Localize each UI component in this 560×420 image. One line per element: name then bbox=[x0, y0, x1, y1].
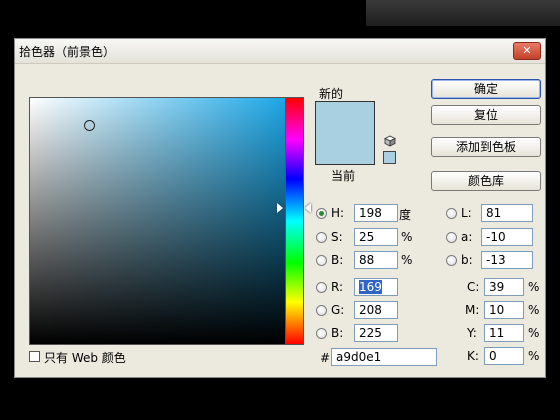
web-safe-swatch[interactable] bbox=[383, 151, 396, 164]
hex-input[interactable]: a9d0e1 bbox=[331, 348, 437, 366]
radio-red[interactable] bbox=[316, 282, 327, 293]
brightness-label: B: bbox=[331, 253, 344, 267]
lightness-label: L: bbox=[461, 206, 472, 220]
hue-label: H: bbox=[331, 206, 345, 220]
background-toolbar bbox=[366, 0, 560, 26]
radio-blue[interactable] bbox=[316, 328, 327, 339]
green-label: G: bbox=[331, 303, 345, 317]
yellow-label: Y: bbox=[467, 326, 477, 340]
reset-button[interactable]: 复位 bbox=[431, 105, 541, 125]
radio-a-channel[interactable] bbox=[446, 232, 457, 243]
new-color-swatch bbox=[316, 102, 374, 133]
web-colors-only-checkbox[interactable] bbox=[29, 351, 40, 362]
cyan-unit: % bbox=[528, 280, 540, 294]
magenta-label: M: bbox=[465, 303, 480, 317]
yellow-input[interactable]: 11 bbox=[484, 324, 524, 342]
hue-input[interactable]: 198 bbox=[354, 204, 398, 222]
b-channel-label: b: bbox=[461, 253, 473, 267]
color-field-cursor[interactable] bbox=[84, 120, 95, 131]
radio-b-channel[interactable] bbox=[446, 255, 457, 266]
lightness-input[interactable]: 81 bbox=[481, 204, 533, 222]
brightness-input[interactable]: 88 bbox=[354, 251, 398, 269]
color-libraries-button[interactable]: 颜色库 bbox=[431, 171, 541, 191]
a-channel-input[interactable]: -10 bbox=[481, 228, 533, 246]
gamut-cube-icon[interactable] bbox=[384, 135, 396, 147]
yellow-unit: % bbox=[528, 326, 540, 340]
hue-slider-handle-left[interactable] bbox=[277, 203, 283, 213]
cyan-input[interactable]: 39 bbox=[484, 278, 524, 296]
blue-label: B: bbox=[331, 326, 344, 340]
hue-unit: 度 bbox=[399, 208, 412, 222]
window-title: 拾色器（前景色） bbox=[19, 45, 116, 59]
radio-lightness[interactable] bbox=[446, 208, 457, 219]
close-button[interactable]: ✕ bbox=[513, 42, 541, 60]
radio-brightness[interactable] bbox=[316, 255, 327, 266]
hue-slider[interactable] bbox=[285, 97, 304, 345]
saturation-label: S: bbox=[331, 230, 343, 244]
current-color-swatch[interactable] bbox=[316, 133, 374, 164]
web-colors-only-label[interactable]: 只有 Web 颜色 bbox=[44, 349, 126, 366]
current-color-label: 当前 bbox=[331, 169, 356, 183]
radio-saturation[interactable] bbox=[316, 232, 327, 243]
black-unit: % bbox=[528, 349, 540, 363]
color-field[interactable] bbox=[29, 97, 289, 345]
hex-label: # bbox=[320, 351, 331, 365]
blue-input[interactable]: 225 bbox=[354, 324, 398, 342]
a-channel-label: a: bbox=[461, 230, 473, 244]
magenta-input[interactable]: 10 bbox=[484, 301, 524, 319]
red-input[interactable]: 169 bbox=[354, 278, 398, 296]
radio-hue[interactable] bbox=[316, 208, 327, 219]
ok-button[interactable]: 确定 bbox=[431, 79, 541, 99]
brightness-unit: % bbox=[401, 253, 413, 267]
black-input[interactable]: 0 bbox=[484, 347, 524, 365]
color-picker-dialog: 拾色器（前景色） ✕ 新的 当前 确定 复位 添加到色板 颜色库 H: 198 … bbox=[14, 38, 546, 378]
red-value-selected: 169 bbox=[359, 280, 382, 294]
hue-slider-handle-right[interactable] bbox=[305, 203, 311, 213]
green-input[interactable]: 208 bbox=[354, 301, 398, 319]
radio-green[interactable] bbox=[316, 305, 327, 316]
red-label: R: bbox=[331, 280, 344, 294]
black-label: K: bbox=[467, 349, 479, 363]
saturation-unit: % bbox=[401, 230, 413, 244]
magenta-unit: % bbox=[528, 303, 540, 317]
add-to-swatches-button[interactable]: 添加到色板 bbox=[431, 137, 541, 157]
title-bar: 拾色器（前景色） ✕ bbox=[15, 39, 545, 64]
saturation-input[interactable]: 25 bbox=[354, 228, 398, 246]
b-channel-input[interactable]: -13 bbox=[481, 251, 533, 269]
new-color-label: 新的 bbox=[319, 87, 344, 101]
color-swatch bbox=[315, 101, 375, 165]
cyan-label: C: bbox=[467, 280, 480, 294]
